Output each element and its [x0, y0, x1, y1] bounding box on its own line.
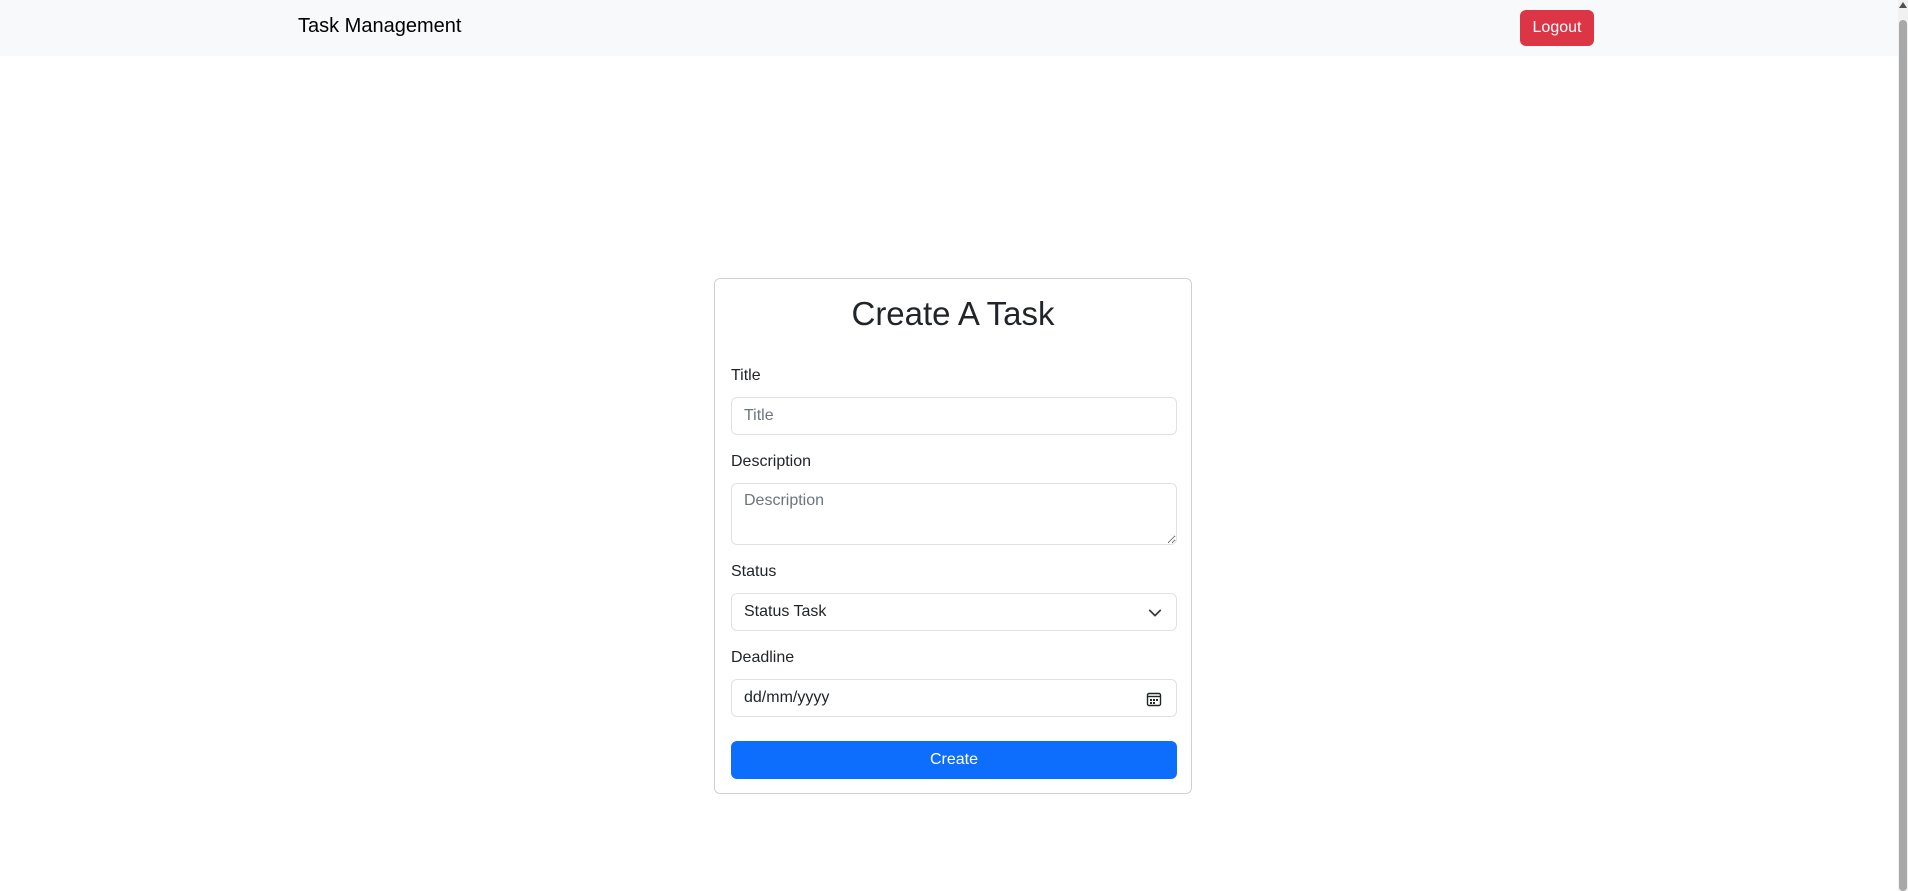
navbar: Task Management Logout	[0, 0, 1898, 56]
deadline-date-input[interactable]: dd/mm/yyyy	[731, 679, 1177, 717]
calendar-icon[interactable]	[1146, 691, 1162, 707]
deadline-value: dd/mm/yyyy	[744, 689, 830, 706]
status-select[interactable]: Status Task	[731, 593, 1177, 631]
page-title: Create A Task	[851, 295, 1055, 332]
title-input[interactable]	[731, 397, 1177, 435]
deadline-label: Deadline	[731, 649, 795, 666]
description-label: Description	[731, 453, 812, 470]
scroll-up-arrow-icon[interactable]	[1899, 2, 1907, 8]
title-label: Title	[731, 367, 761, 384]
chevron-down-icon	[1148, 609, 1162, 617]
vertical-scrollbar[interactable]	[1898, 0, 1908, 891]
logout-button[interactable]: Logout	[1520, 10, 1594, 46]
status-label: Status	[731, 563, 777, 580]
create-button[interactable]: Create	[731, 741, 1177, 779]
brand-link[interactable]: Task Management	[298, 15, 461, 38]
create-task-card: Create A Task Title Description Status S…	[714, 278, 1192, 794]
scrollbar-thumb[interactable]	[1899, 20, 1907, 891]
description-textarea[interactable]	[731, 483, 1177, 545]
status-selected-value: Status Task	[744, 603, 827, 620]
page: Task Management Logout Create A Task Tit…	[0, 0, 1908, 891]
